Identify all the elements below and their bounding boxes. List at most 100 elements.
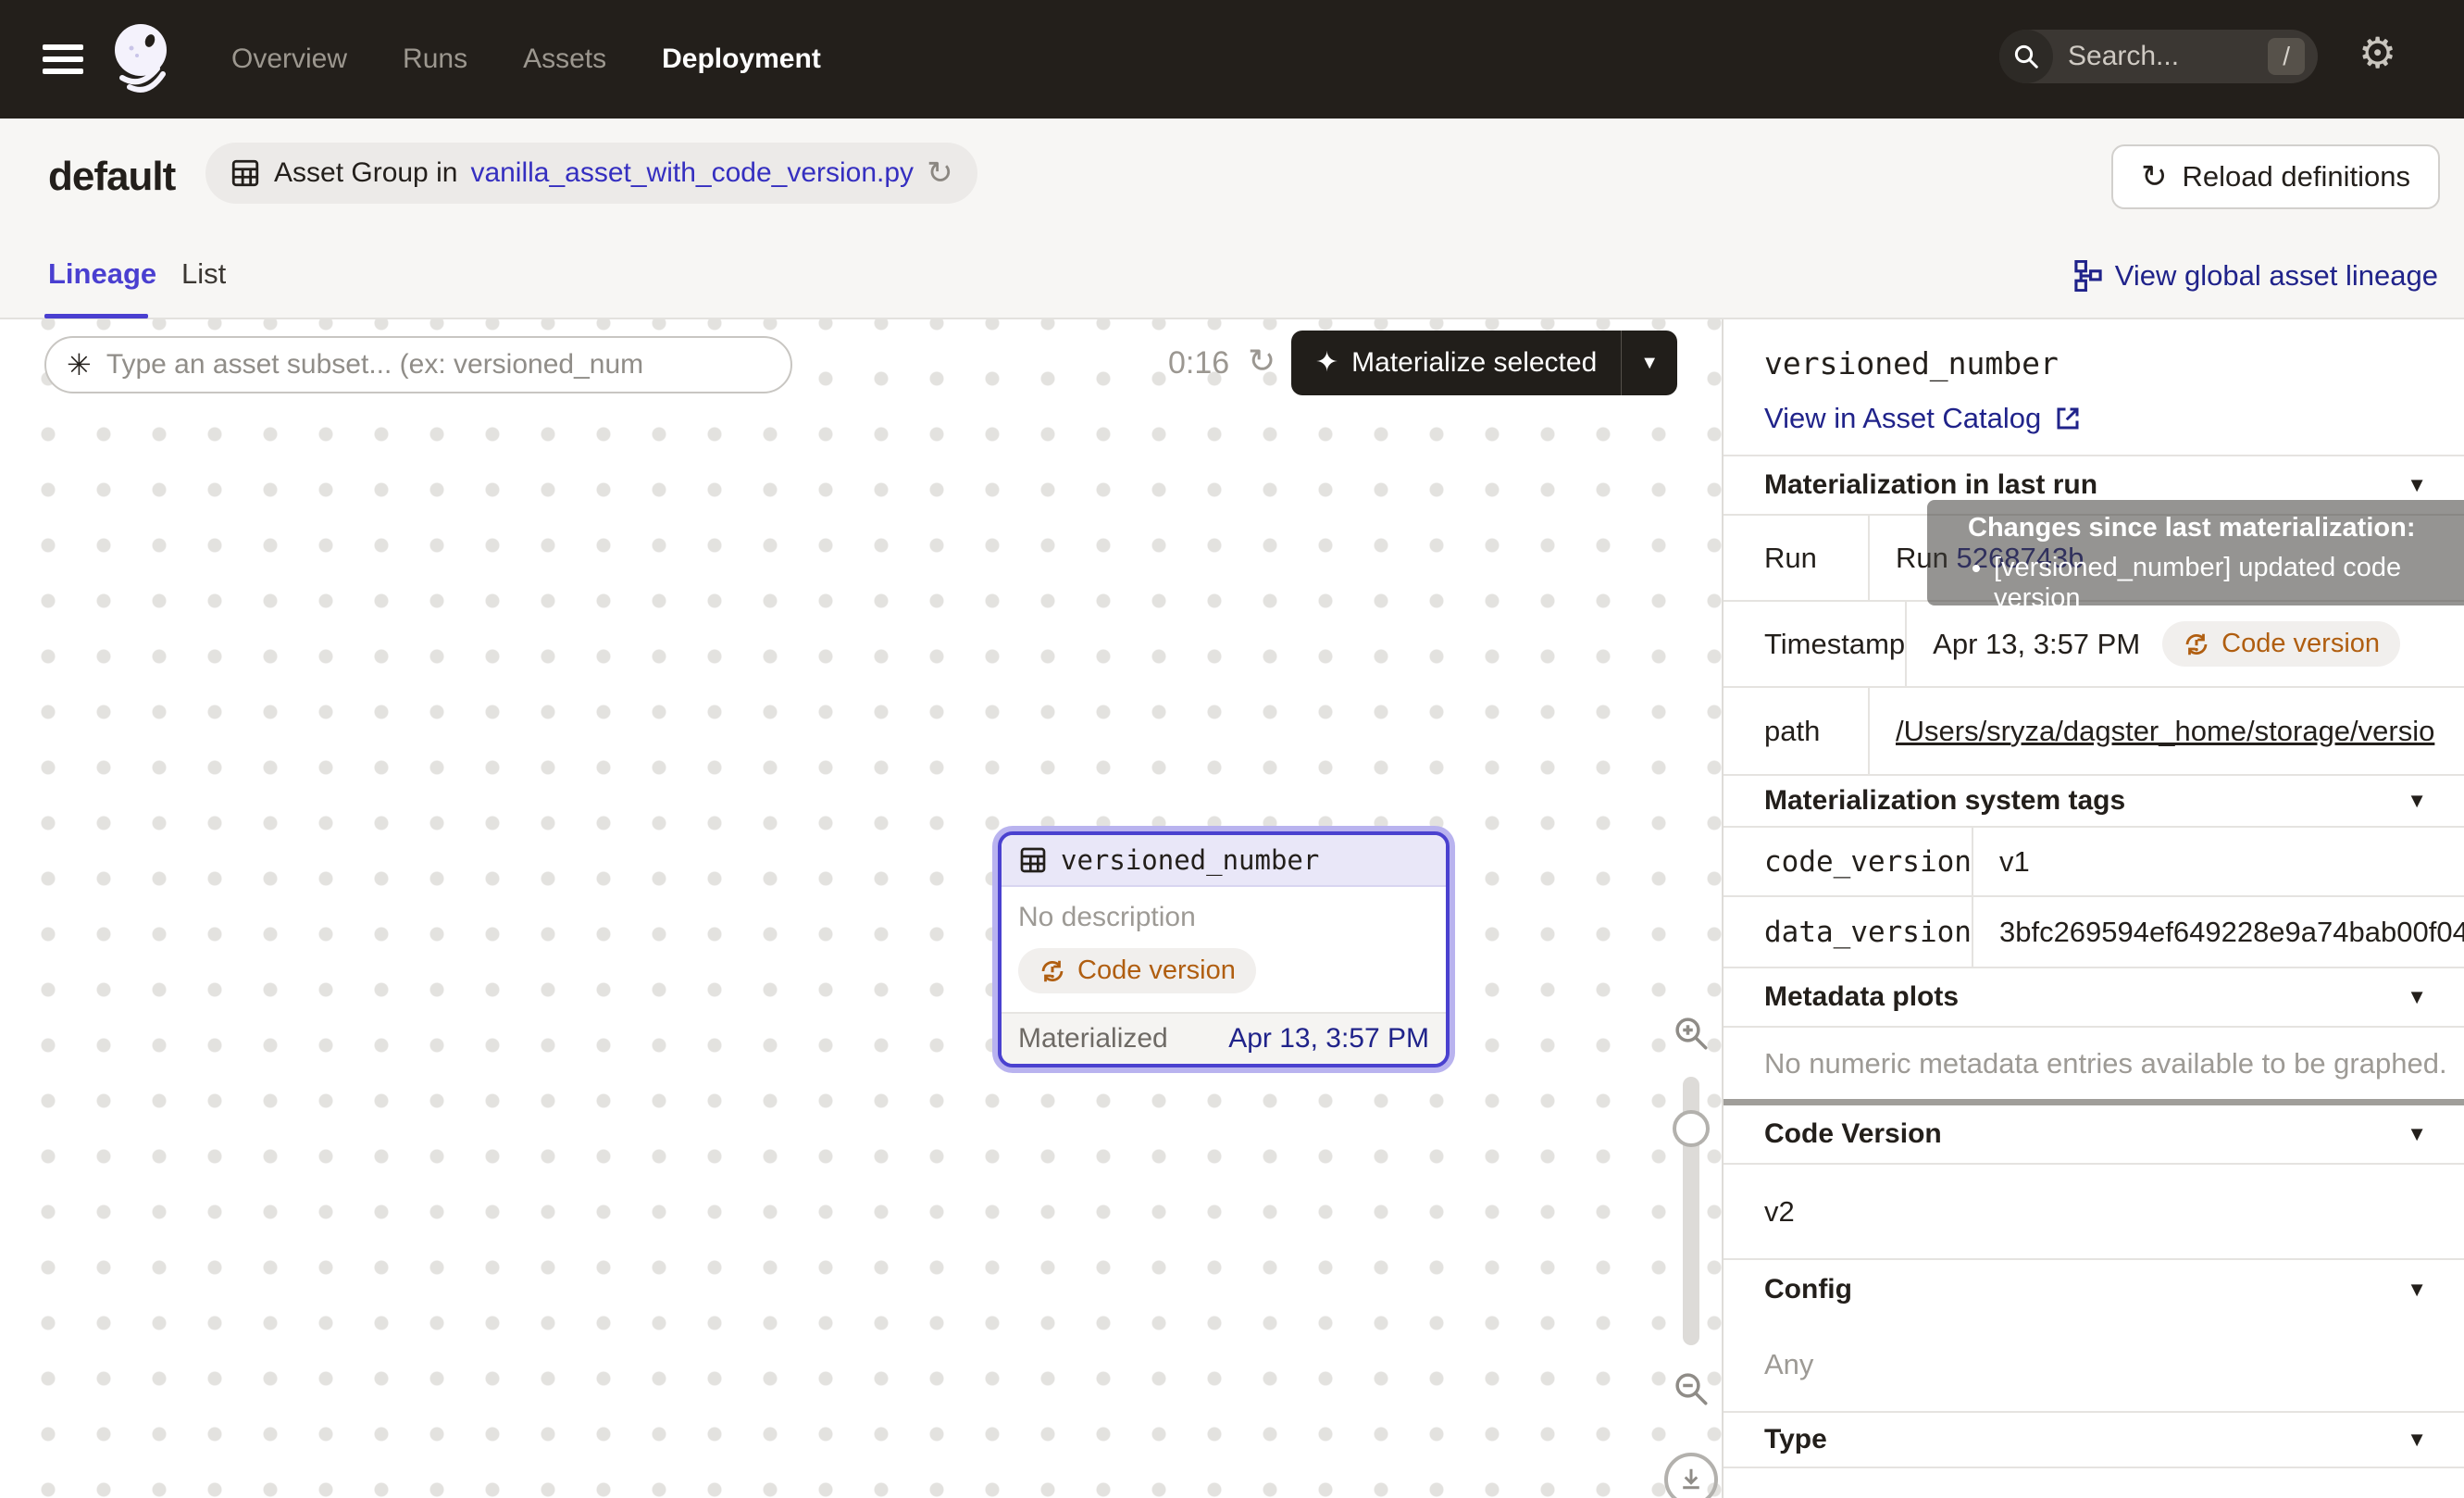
asset-node-body: No description Code version [1002,887,1446,1012]
lineage-graph-icon [2074,260,2102,292]
tag-value: 3bfc269594ef649228e9a74bab00f04 [1973,897,2464,967]
system-tags-table: code_version v1 data_version 3bfc269594e… [1724,826,2464,967]
asset-subset-placeholder: Type an asset subset... (ex: versioned_n… [106,349,643,381]
search-placeholder: Search... [2068,41,2268,72]
page-title: default [48,154,175,200]
top-nav: Overview Runs Assets Deployment Search..… [0,0,2464,119]
code-version-badge-label: Code version [1077,955,1236,986]
reload-definitions-label: Reload definitions [2183,160,2410,193]
section-config[interactable]: Config ▼ [1724,1260,2464,1318]
code-version-sync-icon [1039,957,1066,985]
timestamp-value: Apr 13, 3:57 PM Code version [1907,602,2464,686]
asset-node-header: versioned_number [1002,835,1446,887]
global-lineage-label: View global asset lineage [2115,259,2438,293]
chevron-down-icon[interactable]: ▼ [2407,985,2427,1009]
catalog-link-label: View in Asset Catalog [1764,402,2041,435]
materialized-timestamp-link[interactable]: Apr 13, 3:57 PM [1228,1023,1429,1055]
chevron-down-icon[interactable]: ▼ [2407,1428,2427,1452]
tag-key: data_version [1724,897,1973,967]
table-icon [1018,845,1048,875]
path-value-link[interactable]: /Users/sryza/dagster_home/storage/versio [1896,715,2434,748]
gear-icon[interactable]: ⚙ [2358,31,2396,74]
download-icon [1677,1466,1705,1493]
panel-header: versioned_number View in Asset Catalog [1724,319,2464,455]
reload-definitions-button[interactable]: ↻ Reload definitions [2111,144,2440,209]
asset-selection-icon: ✳ [67,347,92,382]
changes-tooltip: Changes since last materialization: [ver… [1927,500,2464,605]
table-row: code_version v1 [1724,828,2464,897]
table-row: data_version 3bfc269594ef649228e9a74bab0… [1724,897,2464,967]
asset-node-versioned-number[interactable]: versioned_number No description Code ver… [998,831,1450,1067]
run-label: Run [1724,516,1870,600]
page-header: default Asset Group in vanilla_asset_wit… [0,119,2464,241]
nav-item-assets[interactable]: Assets [523,44,606,75]
panel-asset-name: versioned_number [1764,345,2464,381]
asset-node-name: versioned_number [1061,844,1319,876]
breadcrumb-prefix: Asset Group in [274,157,457,189]
section-divider [1724,1099,2464,1105]
breadcrumb-file-link[interactable]: vanilla_asset_with_code_version.py [470,157,914,189]
asset-node-footer: Materialized Apr 13, 3:57 PM [1002,1012,1446,1064]
section-title: Metadata plots [1764,981,1959,1013]
code-version-badge-label: Code version [2221,629,2380,659]
section-title: Type [1764,1424,1827,1455]
section-title: Code Version [1764,1118,1942,1150]
dagster-logo-icon[interactable] [109,20,180,98]
refresh-icon[interactable]: ↻ [927,157,953,189]
code-version-value: v2 [1724,1163,2464,1260]
sparkle-icon: ✦ [1315,346,1338,379]
nav-item-overview[interactable]: Overview [231,44,347,75]
reload-icon: ↻ [2141,161,2168,193]
active-tab-underline [44,314,148,318]
tooltip-title: Changes since last materialization: [1968,513,2464,543]
nav-item-deployment[interactable]: Deployment [662,44,821,75]
timer-refresh-icon[interactable]: ↻ [1248,342,1276,381]
config-value: Any [1724,1318,2464,1413]
view-in-asset-catalog-link[interactable]: View in Asset Catalog [1764,402,2464,435]
materialized-status-label: Materialized [1018,1023,1168,1055]
materialize-label: Materialize selected [1351,347,1597,379]
section-title: Config [1764,1274,1852,1305]
chevron-down-icon[interactable]: ▼ [2407,1278,2427,1302]
tab-lineage[interactable]: Lineage [48,257,156,291]
nav-item-runs[interactable]: Runs [403,44,467,75]
refresh-timer: 0:16 [1168,345,1229,381]
tooltip-item: [versioned_number] updated code version [1994,553,2464,614]
search-icon [1999,30,2053,83]
metadata-plots-empty-message: No numeric metadata entries available to… [1724,1026,2464,1099]
asset-subset-input[interactable]: ✳ Type an asset subset... (ex: versioned… [44,336,792,393]
table-row: path /Users/sryza/dagster_home/storage/v… [1724,688,2464,774]
materialize-dropdown-caret[interactable]: ▼ [1621,331,1677,395]
code-version-sync-icon [2183,630,2210,658]
code-version-badge[interactable]: Code version [1018,948,1256,993]
zoom-slider[interactable] [1683,1077,1699,1345]
section-type[interactable]: Type ▼ [1724,1413,2464,1468]
chevron-down-icon[interactable]: ▼ [2407,473,2427,497]
zoom-slider-thumb[interactable] [1673,1110,1710,1147]
section-metadata-plots[interactable]: Metadata plots ▼ [1724,967,2464,1026]
chevron-down-icon[interactable]: ▼ [2407,1122,2427,1146]
path-label: path [1724,688,1870,774]
tab-list[interactable]: List [181,257,226,291]
section-code-version[interactable]: Code Version ▼ [1724,1105,2464,1163]
asset-group-icon [230,157,261,189]
zoom-in-icon[interactable] [1672,1014,1711,1053]
materialize-selected-button[interactable]: ✦ Materialize selected ▼ [1291,331,1677,395]
zoom-out-icon[interactable] [1672,1369,1711,1408]
view-global-asset-lineage-link[interactable]: View global asset lineage [2074,259,2438,293]
asset-node-description: No description [1018,902,1429,933]
search-shortcut-badge: / [2268,38,2305,75]
code-version-badge[interactable]: Code version [2162,621,2400,667]
chevron-down-icon[interactable]: ▼ [2407,789,2427,813]
tag-value: v1 [1973,828,2464,895]
search-input[interactable]: Search... / [1999,30,2318,83]
section-system-tags[interactable]: Materialization system tags ▼ [1724,774,2464,826]
download-graph-button[interactable] [1664,1453,1718,1498]
timestamp-text: Apr 13, 3:57 PM [1933,628,2140,661]
hamburger-menu-icon[interactable] [43,44,83,74]
section-title: Materialization in last run [1764,469,2097,501]
asset-sidebar-panel: versioned_number View in Asset Catalog M… [1724,319,2464,1498]
breadcrumb: Asset Group in vanilla_asset_with_code_v… [205,143,977,204]
zoom-controls [1662,1014,1720,1498]
asset-lineage-canvas[interactable]: ✳ Type an asset subset... (ex: versioned… [0,319,1724,1498]
